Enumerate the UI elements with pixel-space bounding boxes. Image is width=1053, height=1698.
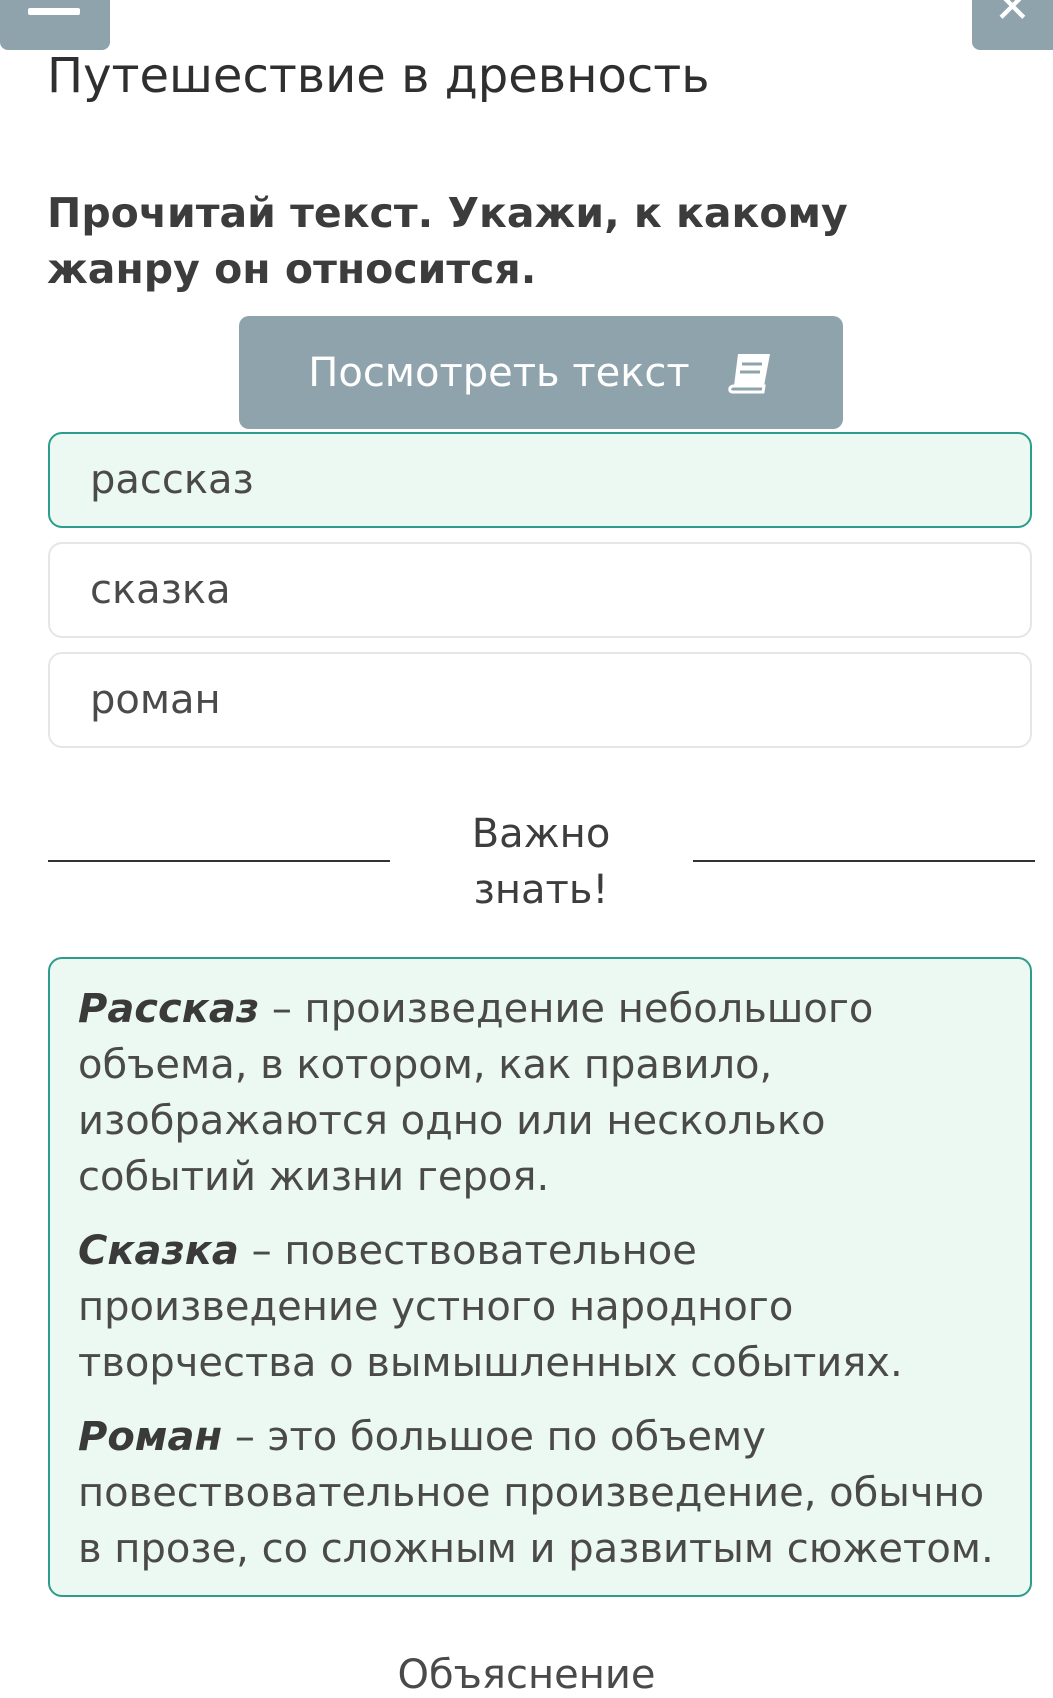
definition-term: Роман: [78, 1414, 223, 1460]
page-title: Путешествие в древность: [47, 48, 710, 104]
view-text-button-label: Посмотреть текст: [308, 349, 690, 396]
close-button[interactable]: ✕: [972, 0, 1053, 50]
definition-skazka: Сказка – повествовательное произведение …: [78, 1223, 1002, 1391]
answer-option-rasskaz[interactable]: рассказ: [48, 432, 1032, 528]
definition-rasskaz: Рассказ – произведение небольшого объема…: [78, 981, 1002, 1205]
definition-term: Сказка: [78, 1228, 239, 1274]
book-icon: [728, 353, 770, 393]
answer-option-label: рассказ: [90, 457, 254, 503]
close-icon: ✕: [994, 0, 1031, 33]
minus-icon: [28, 8, 80, 15]
answer-option-label: сказка: [90, 567, 231, 613]
explanation-toggle[interactable]: Объяснение: [0, 1652, 1053, 1698]
answer-option-roman[interactable]: роман: [48, 652, 1032, 748]
divider-left: [48, 860, 390, 862]
question-text: Прочитай текст. Укажи, к какому жанру он…: [47, 189, 848, 293]
divider-right: [693, 860, 1035, 862]
definition-roman: Роман – это большое по объему повествова…: [78, 1409, 1002, 1577]
important-heading: Важно знать!: [471, 811, 611, 913]
view-text-button[interactable]: Посмотреть текст: [239, 316, 843, 429]
definition-term: Рассказ: [78, 986, 260, 1032]
definitions-box: Рассказ – произведение небольшого объема…: [48, 957, 1032, 1597]
answer-option-skazka[interactable]: сказка: [48, 542, 1032, 638]
minimize-button[interactable]: [0, 0, 110, 50]
answer-option-label: роман: [90, 677, 221, 723]
